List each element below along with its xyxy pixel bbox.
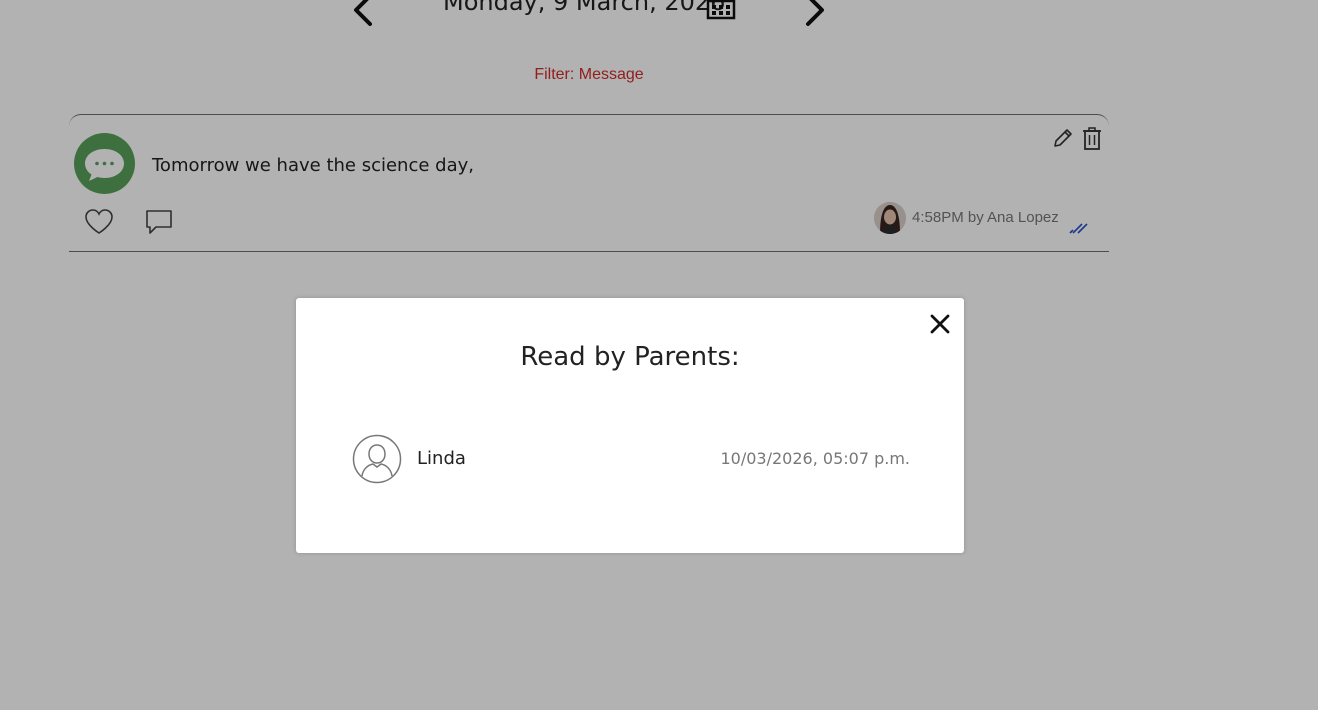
reader-row: Linda 10/03/2026, 05:07 p.m. [352, 434, 912, 484]
modal-title: Read by Parents: [520, 342, 740, 372]
reader-name: Linda [417, 448, 466, 469]
close-icon[interactable] [928, 312, 952, 336]
page: Monday, 9 March, 2026 Filter: Message To [0, 0, 1318, 710]
user-icon [352, 434, 402, 484]
reader-read-time: 10/03/2026, 05:07 p.m. [720, 449, 911, 468]
read-by-modal: Read by Parents: Linda 10/03/2026, 05:07… [296, 298, 964, 553]
